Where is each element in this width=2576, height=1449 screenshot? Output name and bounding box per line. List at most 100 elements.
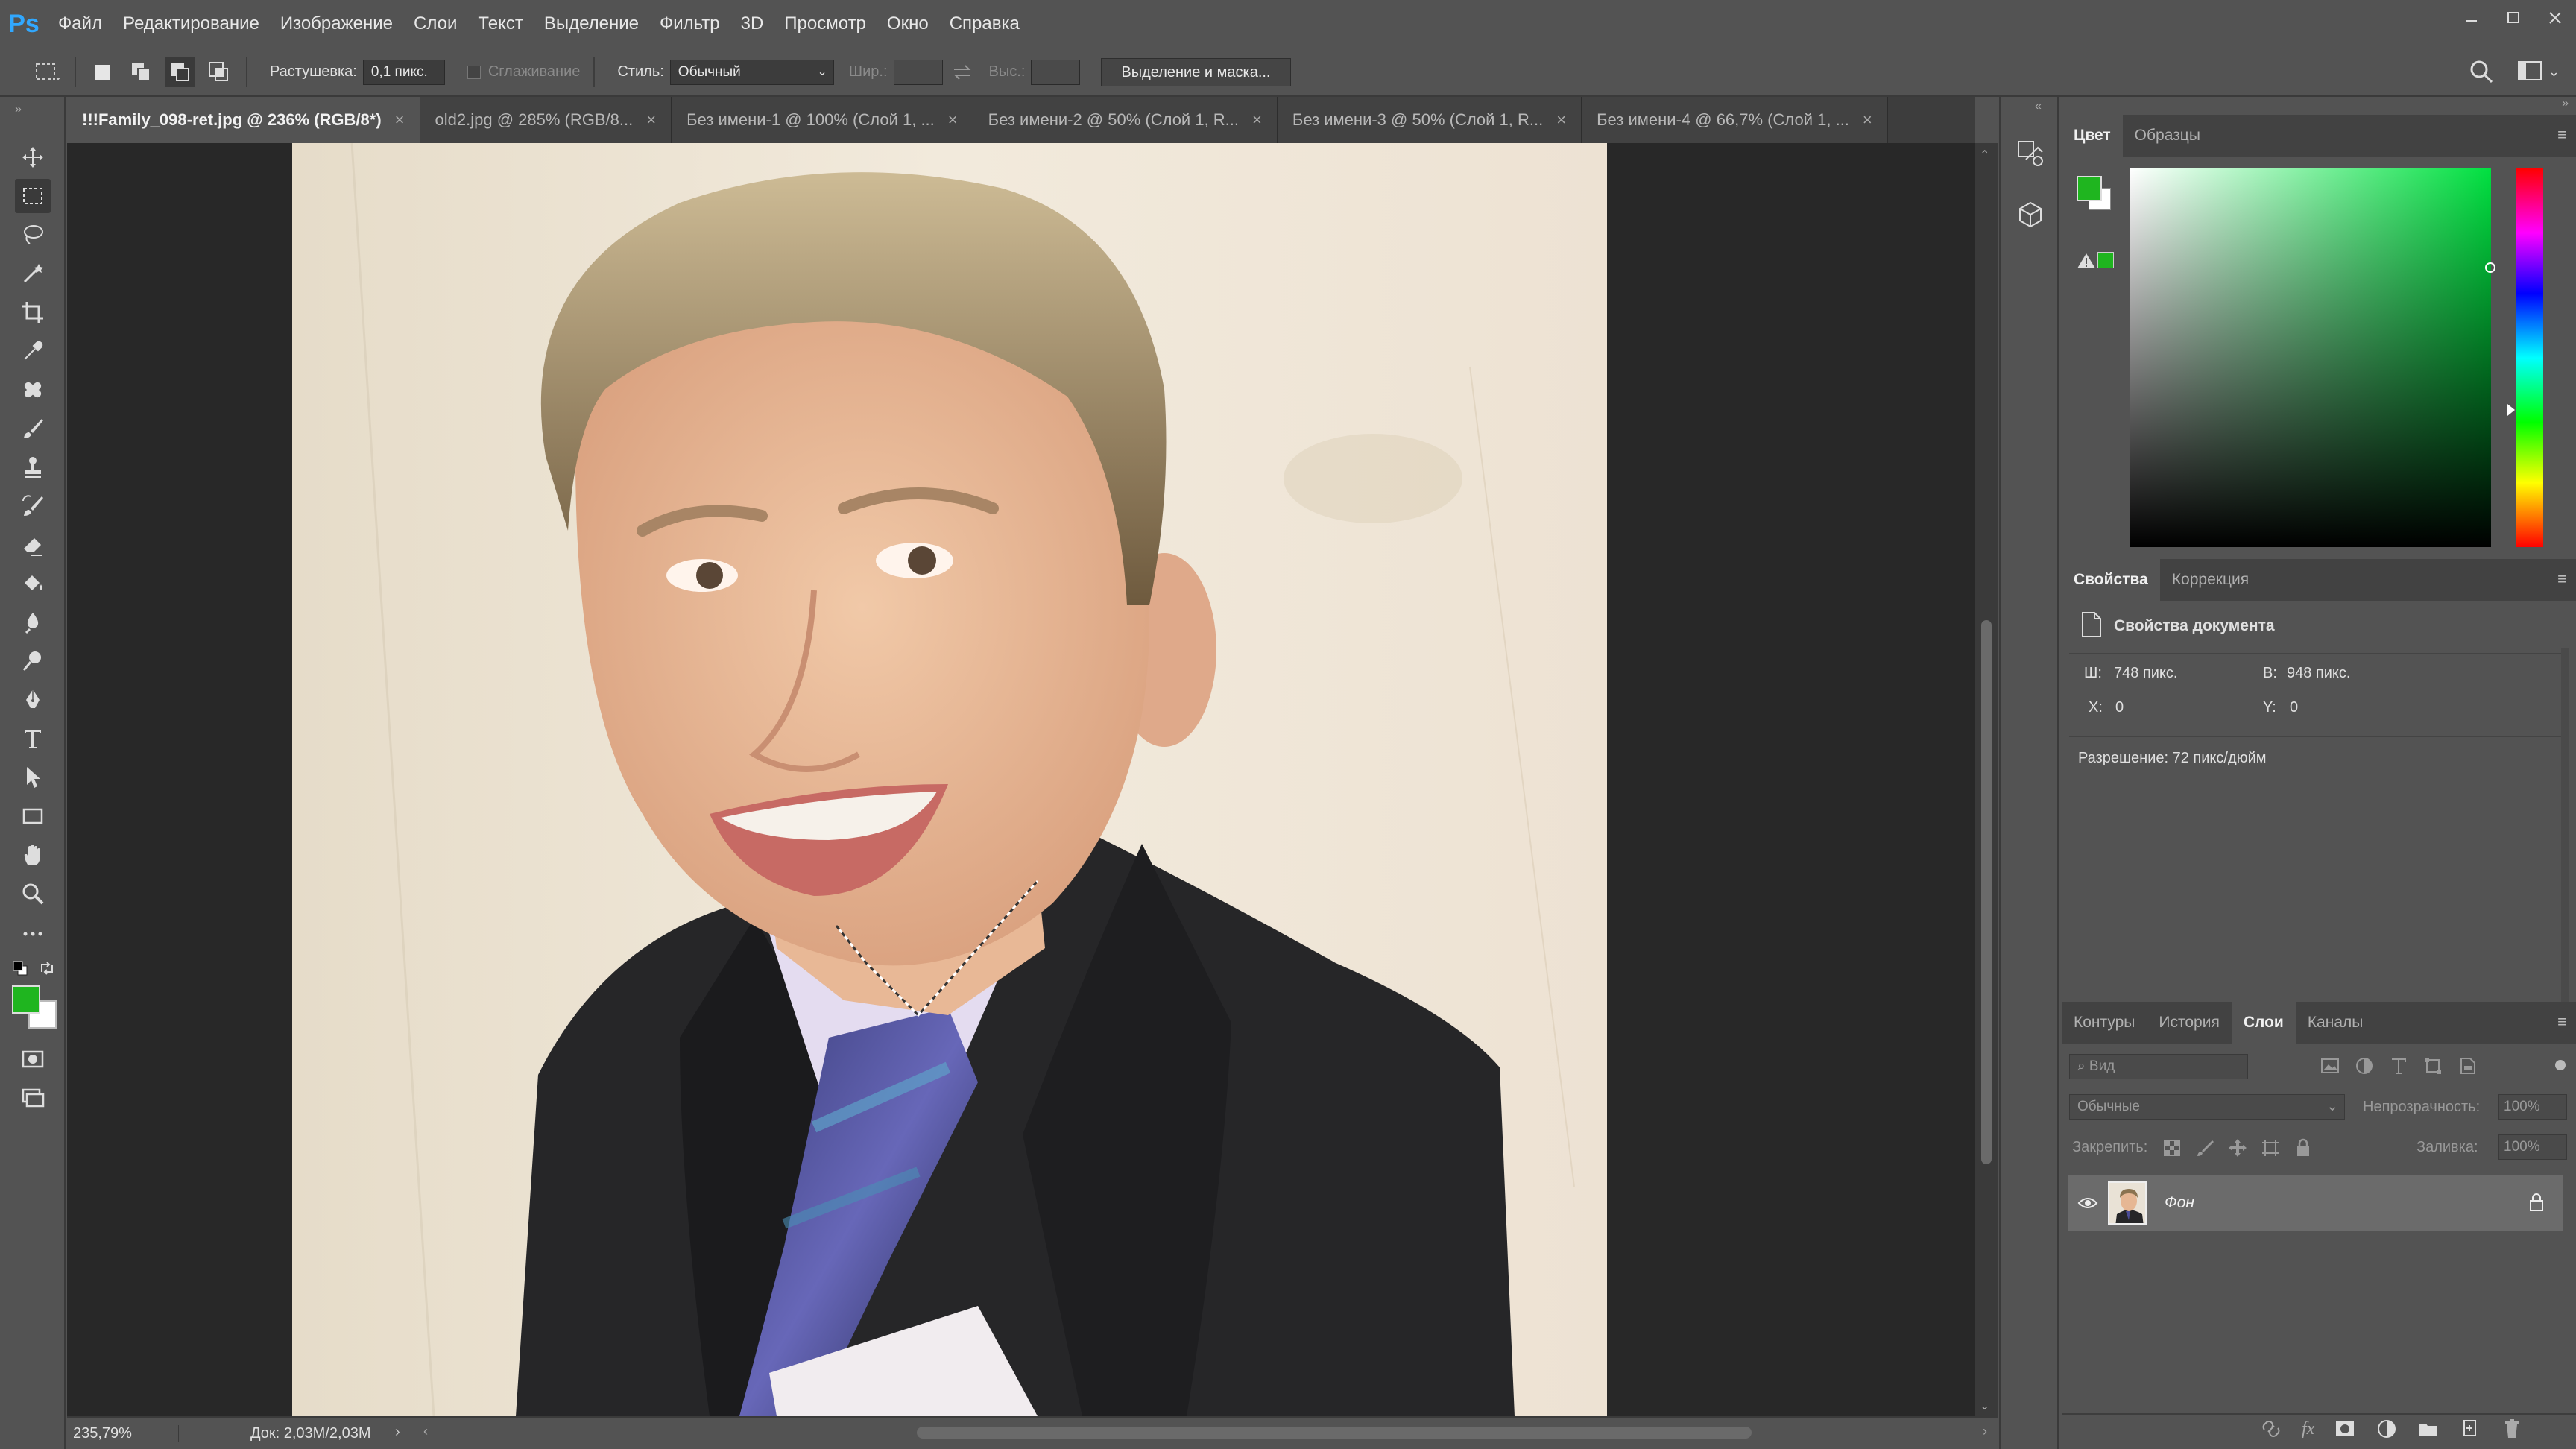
vertical-scroll-thumb[interactable] [1981, 620, 1992, 1164]
color-field-marker[interactable] [2485, 262, 2496, 273]
collapse-panels-icon[interactable]: » [2562, 97, 2569, 110]
antialias-checkbox[interactable] [467, 65, 481, 79]
tab-correction[interactable]: Коррекция [2160, 559, 2261, 601]
zoom-tool[interactable] [15, 877, 51, 911]
menu-select[interactable]: Выделение [534, 0, 649, 48]
clone-stamp-tool[interactable] [15, 450, 51, 484]
add-mask-icon[interactable] [2334, 1418, 2356, 1440]
new-group-icon[interactable] [2417, 1418, 2440, 1440]
lock-transparency-icon[interactable] [2162, 1137, 2182, 1158]
foreground-color-swatch[interactable] [12, 985, 40, 1014]
blur-tool[interactable] [15, 605, 51, 640]
select-and-mask-button[interactable]: Выделение и маска... [1101, 57, 1291, 86]
swap-colors-button[interactable] [39, 960, 55, 981]
menu-window[interactable]: Окно [877, 0, 939, 48]
screen-mode-button[interactable] [15, 1081, 51, 1115]
healing-brush-tool[interactable] [15, 373, 51, 407]
fx-icon[interactable]: fx [2302, 1419, 2314, 1439]
tab-color[interactable]: Цвет [2062, 115, 2123, 157]
close-tab-icon[interactable]: × [1556, 110, 1566, 130]
brush-tool[interactable] [15, 411, 51, 446]
menu-help[interactable]: Справка [939, 0, 1030, 48]
lasso-tool[interactable] [15, 218, 51, 252]
horizontal-scroll-thumb[interactable] [917, 1427, 1752, 1439]
collapse-arrows-icon[interactable]: » [15, 103, 22, 116]
panel-menu-icon[interactable]: ≡ [2557, 125, 2567, 145]
vertical-scrollbar[interactable]: ⌃ ⌄ [1975, 143, 1998, 1416]
smart-object-filter-icon[interactable] [2457, 1055, 2478, 1076]
history-brush-tool[interactable] [15, 489, 51, 523]
adjustment-filter-icon[interactable] [2354, 1055, 2375, 1076]
x-prop-value[interactable]: 0 [2115, 699, 2124, 716]
tab-paths[interactable]: Контуры [2062, 1002, 2147, 1044]
photo-portrait-boy[interactable] [292, 143, 1607, 1416]
new-selection-button[interactable] [88, 57, 118, 87]
swap-dimensions-button[interactable] [947, 57, 977, 87]
blend-mode-select[interactable]: Обычные ⌄ [2069, 1094, 2345, 1120]
opacity-input[interactable]: 100% [2498, 1094, 2567, 1120]
adjustment-layer-icon[interactable] [2375, 1418, 2398, 1440]
eyedropper-tool[interactable] [15, 334, 51, 368]
tab-layers[interactable]: Слои [2231, 1002, 2296, 1044]
magic-wand-tool[interactable] [15, 256, 51, 291]
doc-tab[interactable]: Без имени-1 @ 100% (Слой 1, ... × [672, 97, 973, 143]
delete-layer-icon[interactable] [2501, 1418, 2523, 1440]
layer-filter-select[interactable]: ⌕ Вид [2069, 1054, 2248, 1079]
crop-tool[interactable] [15, 295, 51, 329]
expand-panels-icon[interactable]: « [2035, 100, 2042, 113]
hue-slider-handle[interactable] [2507, 404, 2515, 416]
shape-filter-icon[interactable] [2422, 1055, 2443, 1076]
rect-marquee-tool[interactable] [15, 179, 51, 213]
menu-layers[interactable]: Слои [403, 0, 467, 48]
menu-text[interactable]: Текст [467, 0, 533, 48]
close-window-button[interactable] [2534, 0, 2576, 36]
menu-edit[interactable]: Редактирование [113, 0, 270, 48]
height-prop-value[interactable]: 948 пикс. [2287, 665, 2350, 682]
panel-menu-icon[interactable]: ≡ [2557, 569, 2567, 589]
paint-bucket-tool[interactable] [15, 566, 51, 601]
tab-channels[interactable]: Каналы [2296, 1002, 2375, 1044]
panel-menu-icon[interactable]: ≡ [2557, 1012, 2567, 1032]
new-layer-icon[interactable] [2459, 1418, 2481, 1440]
pen-tool[interactable] [15, 683, 51, 717]
width-input[interactable] [893, 59, 943, 85]
tab-properties[interactable]: Свойства [2062, 559, 2160, 601]
width-prop-value[interactable]: 748 пикс. [2114, 665, 2177, 682]
lock-pixels-icon[interactable] [2194, 1137, 2215, 1158]
hand-tool[interactable] [15, 838, 51, 872]
style-select[interactable]: Обычный ⌄ [669, 59, 834, 85]
eraser-tool[interactable] [15, 528, 51, 562]
clone-source-button[interactable] [2012, 136, 2048, 171]
scroll-right-icon[interactable]: › [1983, 1424, 1987, 1439]
lock-all-icon[interactable] [2293, 1137, 2314, 1158]
link-layers-icon[interactable] [2260, 1418, 2282, 1440]
panel-foreground-swatch-top[interactable] [2077, 176, 2102, 201]
scroll-up-icon[interactable]: ⌃ [1980, 148, 1989, 162]
close-tab-icon[interactable]: × [1252, 110, 1262, 130]
status-menu-arrow[interactable]: › [395, 1424, 400, 1441]
document-canvas[interactable] [67, 143, 1975, 1416]
doc-tab[interactable]: old2.jpg @ 285% (RGB/8... × [420, 97, 672, 143]
doc-tab[interactable]: Без имени-2 @ 50% (Слой 1, R... × [973, 97, 1278, 143]
tab-swatches[interactable]: Образцы [2123, 115, 2212, 157]
tab-history[interactable]: История [2147, 1002, 2231, 1044]
layer-name[interactable]: Фон [2165, 1194, 2194, 1212]
gamut-warning-icon[interactable] [2077, 252, 2096, 274]
lock-position-icon[interactable] [2227, 1137, 2248, 1158]
subtract-selection-button[interactable] [165, 57, 195, 87]
move-tool[interactable] [15, 140, 51, 174]
doc-tab[interactable]: !!!Family_098-ret.jpg @ 236% (RGB/8*) × [67, 97, 420, 143]
menu-view[interactable]: Просмотр [774, 0, 877, 48]
dodge-tool[interactable] [15, 644, 51, 678]
close-tab-icon[interactable]: × [948, 110, 958, 130]
fill-input[interactable]: 100% [2498, 1134, 2567, 1160]
search-button[interactable] [2469, 59, 2494, 89]
close-tab-icon[interactable]: × [395, 110, 405, 130]
pixel-filter-icon[interactable] [2320, 1055, 2340, 1076]
add-selection-button[interactable] [127, 57, 157, 87]
close-tab-icon[interactable]: × [1863, 110, 1872, 130]
type-tool[interactable] [15, 722, 51, 756]
path-selection-tool[interactable] [15, 760, 51, 795]
gamut-color-swatch[interactable] [2097, 252, 2114, 268]
height-input[interactable] [1031, 59, 1081, 85]
